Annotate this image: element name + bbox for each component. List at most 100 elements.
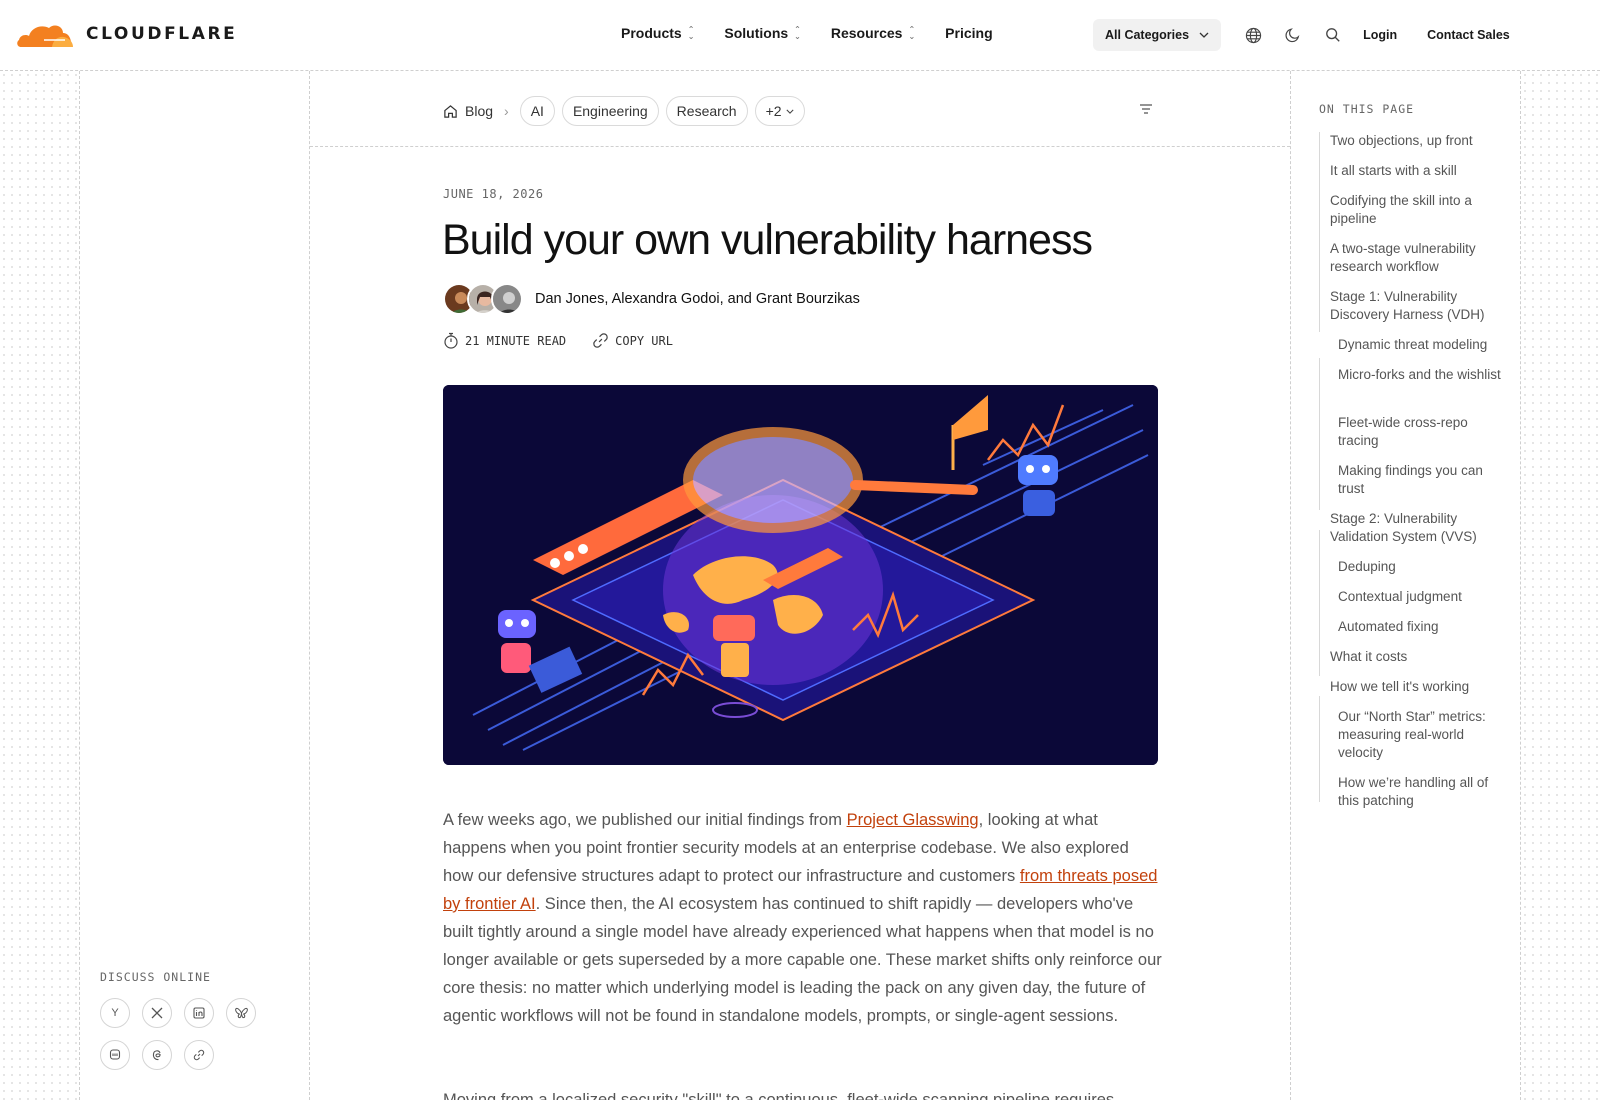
divider xyxy=(310,146,1290,147)
copy-url-button[interactable]: COPY URL xyxy=(592,332,673,349)
copy-url-label: COPY URL xyxy=(615,333,673,348)
toc-item[interactable]: Stage 1: Vulnerability Discovery Harness… xyxy=(1330,288,1502,324)
link-icon xyxy=(593,333,608,348)
read-time: 21 MINUTE READ xyxy=(443,332,566,349)
toc-item[interactable]: Stage 2: Vulnerability Validation System… xyxy=(1330,510,1502,546)
brand-wordmark: CLOUDFLARE xyxy=(86,24,238,44)
toc-item[interactable]: Two objections, up front xyxy=(1330,132,1502,150)
more-tags-label: +2 xyxy=(765,103,782,119)
globe-icon[interactable] xyxy=(1243,25,1263,45)
linkedin-icon xyxy=(193,1007,205,1019)
toc-guide-line xyxy=(1319,530,1320,676)
header-actions: All Categories Login Contact Sales xyxy=(1093,19,1540,51)
main-nav: Products ⌃ ⌄ Solutions ⌃ ⌄ Resources ⌃ ⌄ Pr… xyxy=(621,25,993,41)
mastodon-icon xyxy=(109,1049,121,1060)
toc-item[interactable]: How we tell it's working xyxy=(1330,678,1502,696)
author-byline: Dan Jones, Alexandra Godoi, and Grant Bo… xyxy=(443,283,860,315)
nav-products-label: Products xyxy=(621,25,682,41)
toc-item[interactable]: Deduping xyxy=(1338,558,1502,576)
tag-chip[interactable]: Research xyxy=(665,96,748,126)
author-link[interactable]: Grant Bourzikas xyxy=(756,291,860,307)
chevron-updown-icon: ⌃ ⌄ xyxy=(908,25,916,41)
chevron-updown-icon: ⌃ ⌄ xyxy=(687,25,695,41)
threads-icon xyxy=(152,1050,161,1061)
more-tags-button[interactable]: +2 xyxy=(754,96,805,126)
toc-item[interactable]: Making findings you can trust xyxy=(1338,462,1502,498)
author-names: Dan Jones, Alexandra Godoi, and Grant Bo… xyxy=(535,291,860,307)
publish-date: JUNE 18, 2026 xyxy=(443,187,544,201)
copy-link-button[interactable] xyxy=(184,1040,214,1070)
mastodon-share-button[interactable] xyxy=(100,1040,130,1070)
moon-icon[interactable] xyxy=(1283,25,1303,45)
left-dot-pattern xyxy=(0,71,79,1100)
toc-item[interactable]: It all starts with a skill xyxy=(1330,162,1502,180)
project-glasswing-link[interactable]: Project Glasswing xyxy=(847,811,979,829)
top-navigation-bar: CLOUDFLARE Products ⌃ ⌄ Solutions ⌃ ⌄ Reso… xyxy=(0,0,1600,71)
author-link[interactable]: Dan Jones xyxy=(535,291,604,307)
link-icon xyxy=(193,1049,205,1061)
paragraph-text: . Since then, the AI ecosystem has conti… xyxy=(443,895,1162,1025)
tag-chip[interactable]: Engineering xyxy=(561,96,659,126)
author-link[interactable]: Alexandra Godoi xyxy=(612,291,720,307)
category-select-label: All Categories xyxy=(1105,28,1190,42)
nav-pricing-label: Pricing xyxy=(945,25,993,41)
toc-item[interactable]: Dynamic threat modeling xyxy=(1338,336,1502,354)
x-share-button[interactable] xyxy=(142,998,172,1028)
tag-chip[interactable]: AI xyxy=(519,96,555,126)
toc-item[interactable]: Micro-forks and the wishlist xyxy=(1338,366,1502,384)
category-select[interactable]: All Categories xyxy=(1093,19,1222,51)
search-icon[interactable] xyxy=(1323,25,1343,45)
toc-item[interactable]: A two-stage vulnerability research workf… xyxy=(1330,240,1502,276)
breadcrumb: Blog › AI Engineering Research +2 xyxy=(443,96,805,126)
toc-guide-line xyxy=(1319,696,1320,802)
chevron-down-icon xyxy=(1199,32,1209,38)
nav-solutions-label: Solutions xyxy=(724,25,789,41)
toc-guide-line xyxy=(1319,358,1320,510)
filter-icon[interactable] xyxy=(1139,102,1153,120)
linkedin-share-button[interactable] xyxy=(184,998,214,1028)
stopwatch-icon xyxy=(444,332,458,349)
hacker-news-icon: Y xyxy=(111,1007,119,1019)
breadcrumb-blog[interactable]: Blog xyxy=(443,103,493,119)
read-time-label: 21 MINUTE READ xyxy=(465,333,567,348)
chevron-right-icon: › xyxy=(504,103,509,119)
article-meta: 21 MINUTE READ COPY URL xyxy=(443,332,673,349)
table-of-contents: ON THIS PAGE Two objections, up front It … xyxy=(1319,102,1501,808)
frame-line xyxy=(309,71,310,1100)
toc-item[interactable]: What it costs xyxy=(1330,648,1502,666)
toc-item[interactable]: Contextual judgment xyxy=(1338,588,1502,606)
article-paragraph: Moving from a localized security "skill"… xyxy=(443,1091,1115,1100)
breadcrumb-blog-label: Blog xyxy=(465,103,494,119)
bluesky-share-button[interactable] xyxy=(226,998,256,1028)
frame-line xyxy=(1290,71,1291,1100)
bluesky-icon xyxy=(234,1007,248,1019)
chevron-updown-icon: ⌃ ⌄ xyxy=(794,25,801,41)
home-icon xyxy=(444,104,457,118)
threads-share-button[interactable] xyxy=(142,1040,172,1070)
author-joiner: , and xyxy=(719,291,756,307)
toc-title: ON THIS PAGE xyxy=(1319,102,1415,116)
nav-products[interactable]: Products ⌃ ⌄ xyxy=(621,25,694,41)
toc-guide-line xyxy=(1319,132,1320,332)
chevron-down-icon xyxy=(785,109,794,114)
avatar[interactable] xyxy=(491,283,523,315)
toc-item[interactable]: Our “North Star” metrics: measuring real… xyxy=(1338,708,1502,762)
login-link[interactable]: Login xyxy=(1363,28,1397,42)
x-icon xyxy=(151,1007,163,1019)
hacker-news-button[interactable]: Y xyxy=(100,998,130,1028)
cloudflare-logo[interactable]: CLOUDFLARE xyxy=(16,20,237,48)
hero-illustration xyxy=(443,385,1158,765)
toc-item[interactable]: Codifying the skill into a pipeline xyxy=(1330,192,1502,228)
nav-solutions[interactable]: Solutions ⌃ ⌄ xyxy=(724,25,800,41)
page-title: Build your own vulnerability harness xyxy=(442,216,1093,264)
toc-item[interactable]: How we’re handling all of this patching xyxy=(1338,774,1502,810)
nav-resources-label: Resources xyxy=(830,25,903,41)
nav-resources[interactable]: Resources ⌃ ⌄ xyxy=(831,25,915,41)
toc-item[interactable]: Automated fixing xyxy=(1338,618,1502,636)
contact-sales-link[interactable]: Contact Sales xyxy=(1427,28,1510,42)
paragraph-text: A few weeks ago, we published our initia… xyxy=(443,811,847,829)
right-dot-pattern xyxy=(1521,71,1600,1100)
article-paragraph: A few weeks ago, we published our initia… xyxy=(443,806,1163,1030)
toc-item[interactable]: Fleet-wide cross-repo tracing xyxy=(1338,414,1502,450)
nav-pricing[interactable]: Pricing xyxy=(945,25,992,41)
